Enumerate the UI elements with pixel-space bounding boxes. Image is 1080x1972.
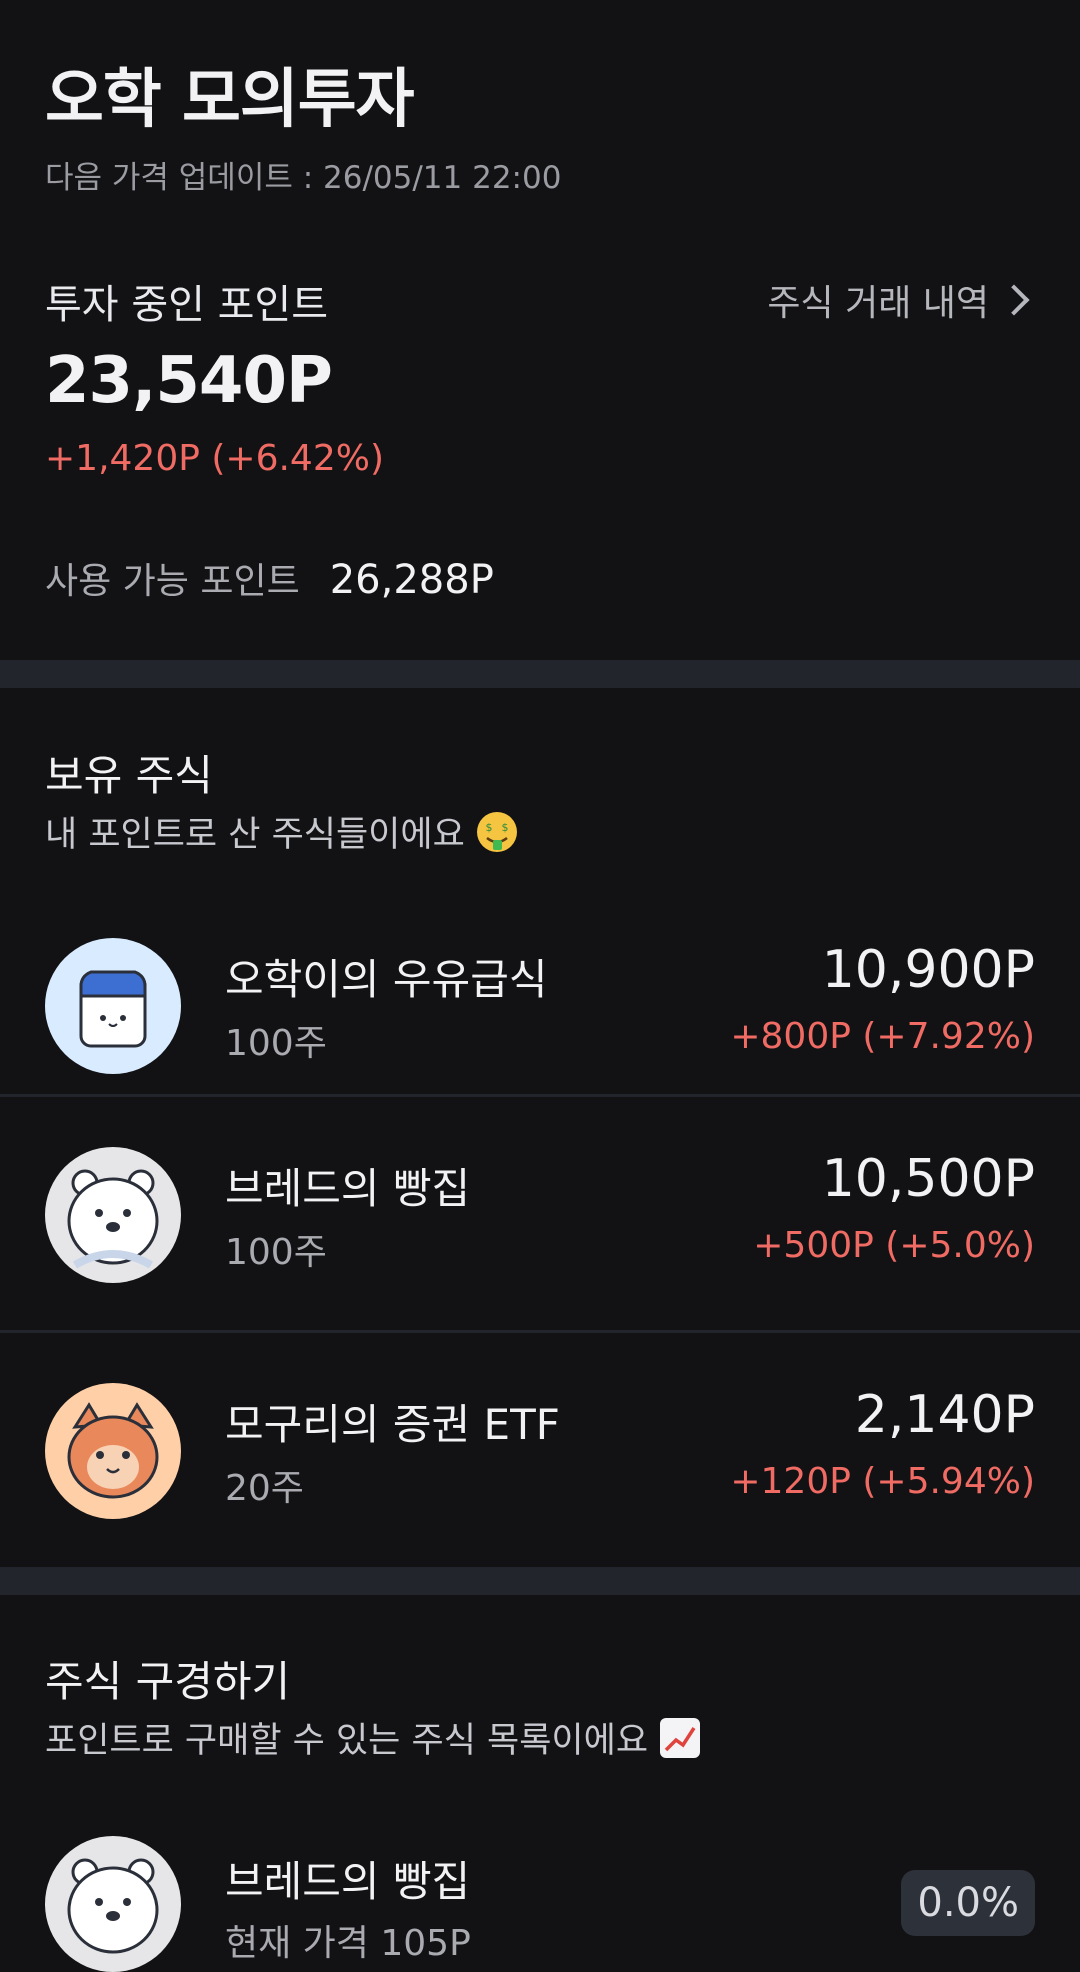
holdings-subtitle: 내 포인트로 산 주식들이에요 $ $ bbox=[45, 806, 519, 857]
invested-points-change: +1,420P (+6.42%) bbox=[45, 438, 384, 479]
browse-stock-row[interactable]: 브레드의 빵집 현재 가격 105P 0.0% bbox=[0, 1800, 1080, 1972]
stock-name: 오학이의 우유급식 bbox=[225, 955, 548, 1004]
holdings-title: 보유 주식 bbox=[45, 751, 213, 800]
stock-change: +120P (+5.94%) bbox=[730, 1461, 1035, 1502]
chart-increasing-emoji-icon bbox=[658, 1716, 702, 1760]
browse-subtitle: 포인트로 구매할 수 있는 주식 목록이에요 bbox=[45, 1712, 702, 1763]
stock-change: +800P (+7.92%) bbox=[730, 1016, 1035, 1057]
holding-row[interactable]: 모구리의 증권 ETF 20주 2,140P +120P (+5.94%) bbox=[0, 1333, 1080, 1569]
fox-icon bbox=[45, 1383, 181, 1519]
available-points-row: 사용 가능 포인트 26,288P bbox=[45, 552, 494, 604]
chevron-right-icon bbox=[998, 284, 1030, 316]
change-percent-badge: 0.0% bbox=[901, 1870, 1035, 1936]
trade-history-link[interactable]: 주식 거래 내역 bbox=[767, 274, 1030, 326]
stock-name: 모구리의 증권 ETF bbox=[225, 1400, 560, 1449]
stock-current-price: 현재 가격 105P bbox=[225, 1923, 471, 1964]
stock-value: 10,500P bbox=[821, 1149, 1035, 1209]
polar-bear-icon bbox=[45, 1836, 181, 1972]
section-divider bbox=[0, 1567, 1080, 1595]
available-points-label: 사용 가능 포인트 bbox=[45, 561, 300, 602]
stock-quantity: 100주 bbox=[225, 1232, 327, 1273]
browse-title: 주식 구경하기 bbox=[45, 1657, 291, 1706]
stock-change: +500P (+5.0%) bbox=[753, 1225, 1035, 1266]
invested-points-value: 23,540P bbox=[45, 344, 333, 418]
trade-history-label: 주식 거래 내역 bbox=[767, 283, 989, 324]
money-mouth-emoji-icon: $ $ bbox=[475, 810, 519, 854]
stock-quantity: 20주 bbox=[225, 1468, 304, 1509]
browse-subtitle-text: 포인트로 구매할 수 있는 주식 목록이에요 bbox=[45, 1721, 649, 1761]
section-divider bbox=[0, 660, 1080, 688]
holdings-subtitle-text: 내 포인트로 산 주식들이에요 bbox=[45, 815, 465, 855]
holding-row[interactable]: 브레드의 빵집 100주 10,500P +500P (+5.0%) bbox=[0, 1097, 1080, 1333]
invested-points-label: 투자 중인 포인트 bbox=[45, 282, 329, 328]
stock-value: 2,140P bbox=[854, 1385, 1035, 1445]
svg-text:$: $ bbox=[485, 821, 492, 834]
page-title: 오학 모의투자 bbox=[45, 63, 415, 137]
price-update-text: 다음 가격 업데이트 : 26/05/11 22:00 bbox=[45, 160, 562, 196]
stock-value: 10,900P bbox=[821, 940, 1035, 1000]
available-points-value: 26,288P bbox=[329, 557, 494, 603]
svg-text:$: $ bbox=[501, 821, 508, 834]
stock-name: 브레드의 빵집 bbox=[225, 1857, 471, 1906]
milk-carton-icon bbox=[45, 938, 181, 1074]
polar-bear-icon bbox=[45, 1147, 181, 1283]
holding-row[interactable]: 오학이의 우유급식 100주 10,900P +800P (+7.92%) bbox=[0, 888, 1080, 1124]
stock-quantity: 100주 bbox=[225, 1023, 327, 1064]
stock-name: 브레드의 빵집 bbox=[225, 1164, 471, 1213]
